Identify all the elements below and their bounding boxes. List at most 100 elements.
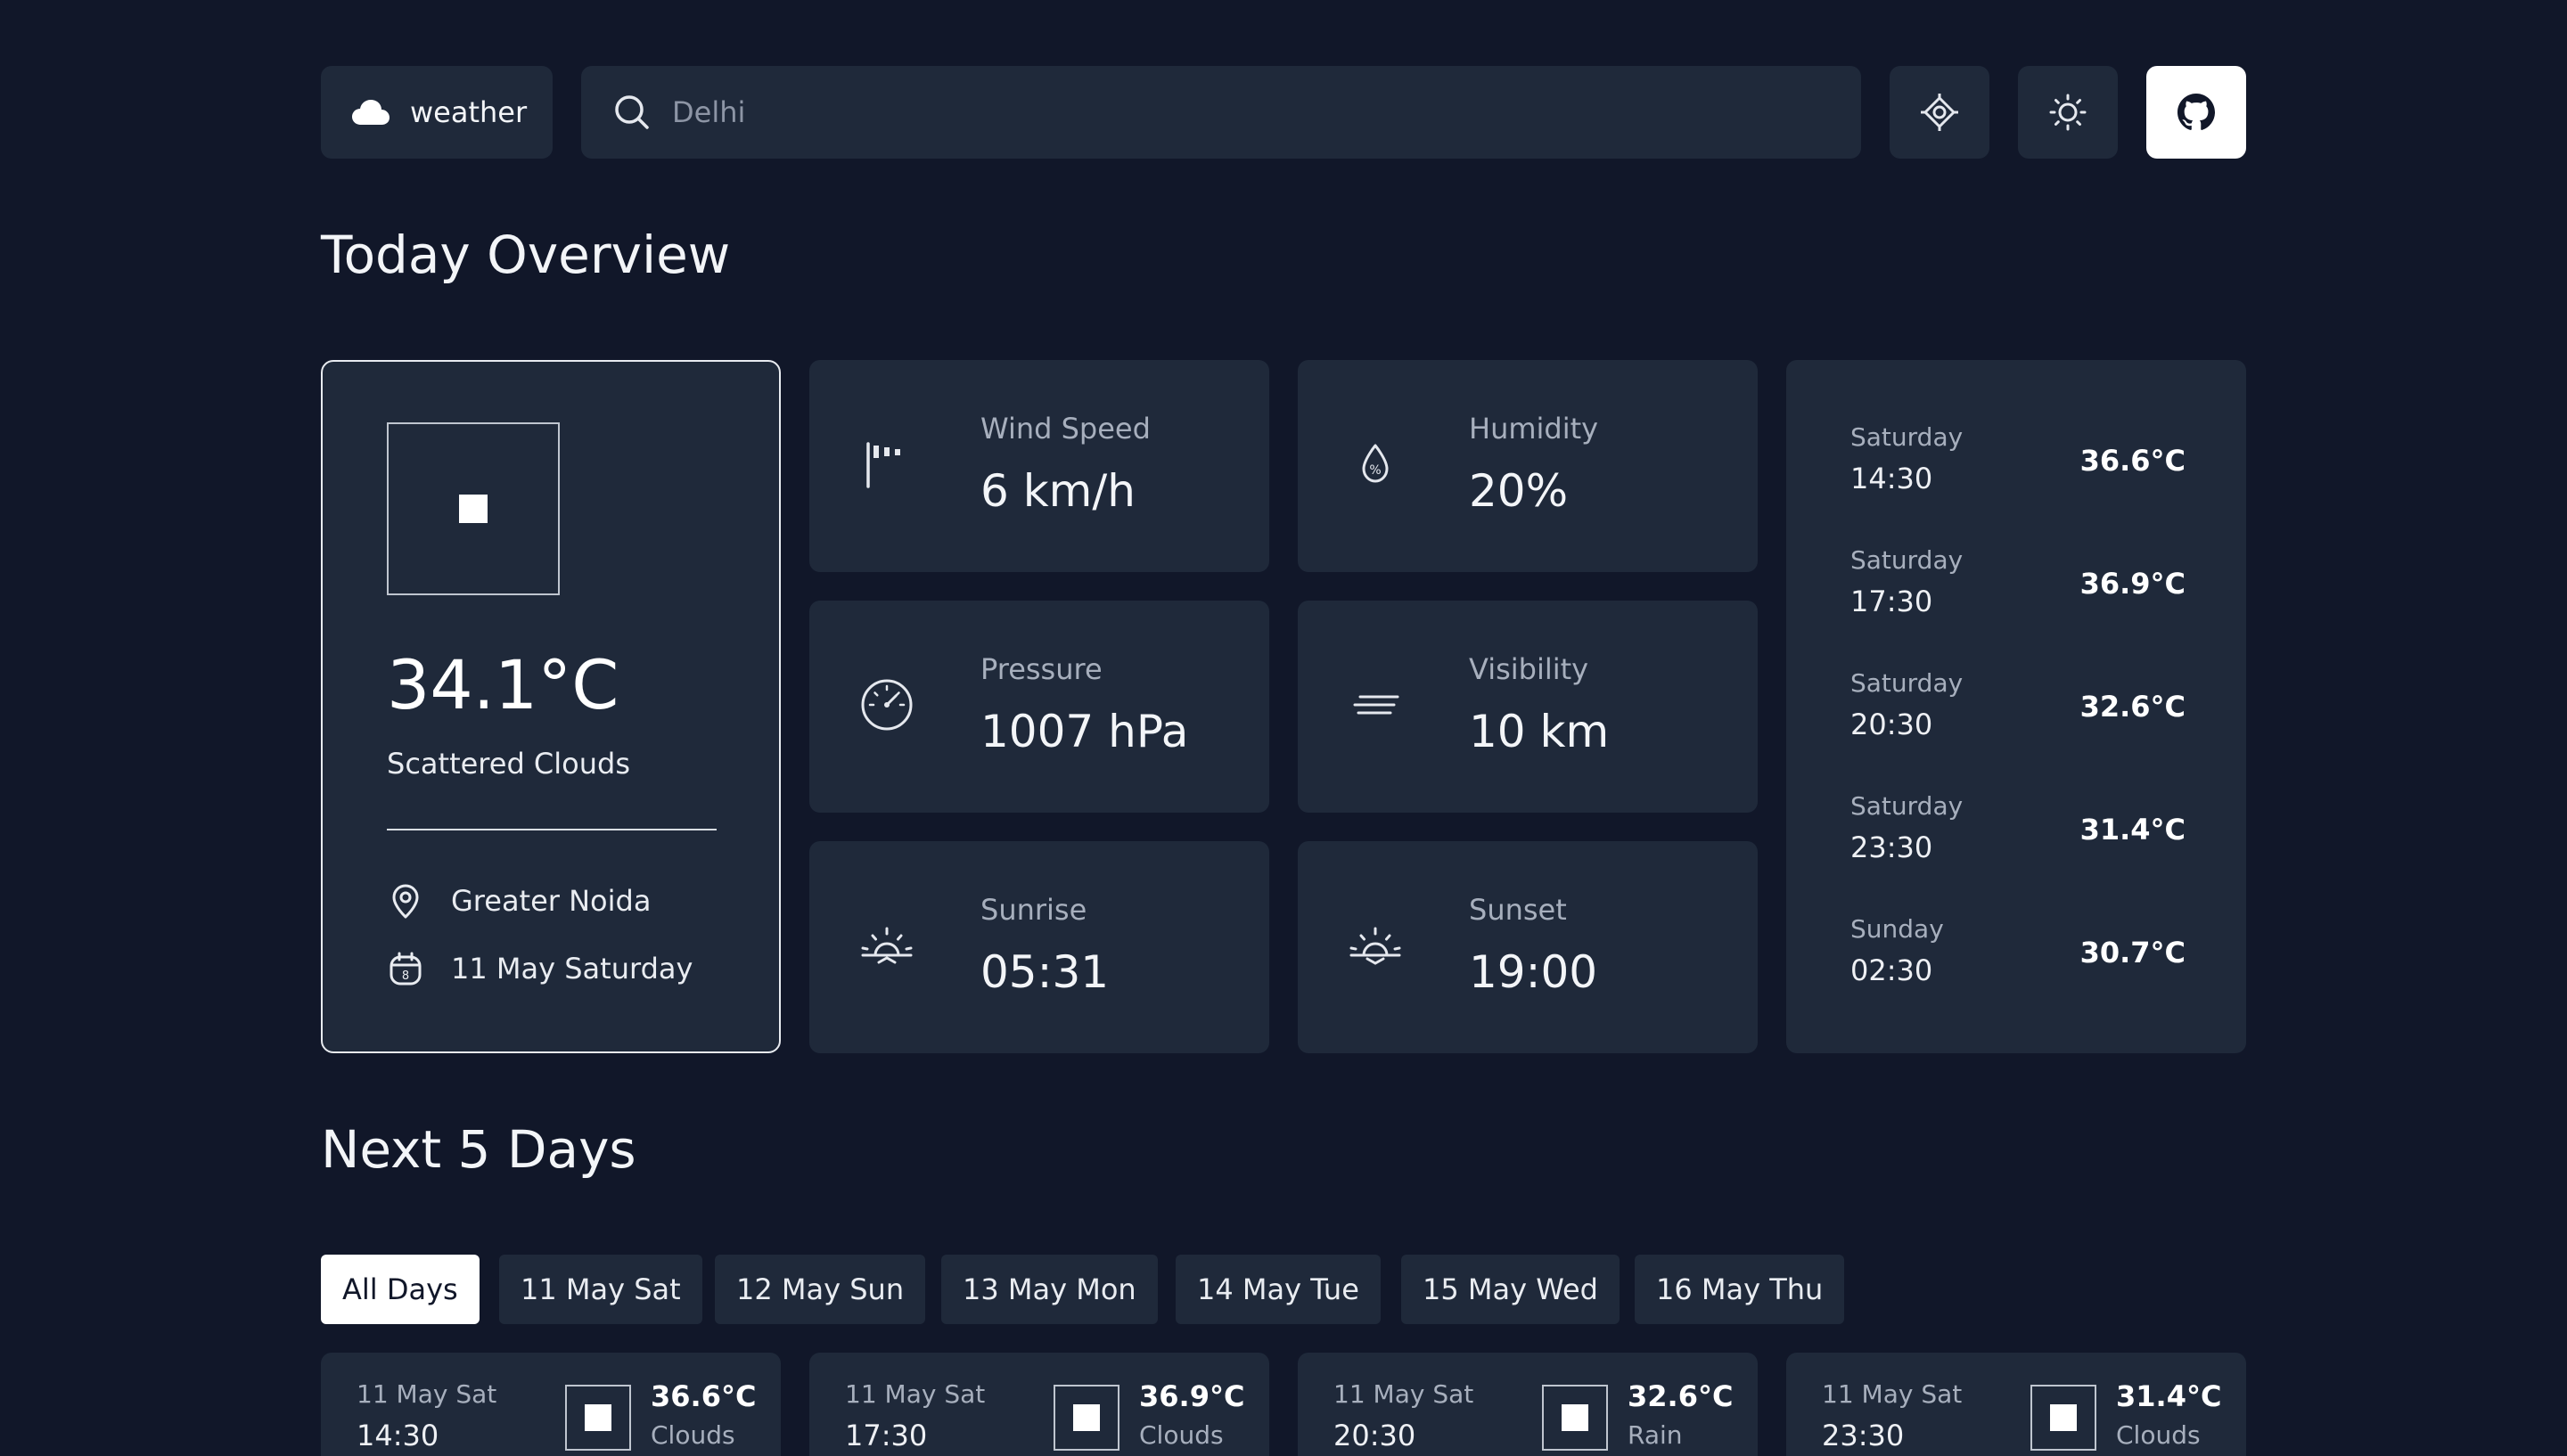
crosshair-icon: [1921, 94, 1958, 131]
hourly-item: Saturday 14:30 36.6°C: [1850, 422, 2186, 503]
forecast-date: 11 May Sat: [357, 1379, 497, 1409]
date-row: 8 11 May Saturday: [387, 950, 693, 987]
hourly-item: Saturday 20:30 32.6°C: [1850, 668, 2186, 748]
location-row: Greater Noida: [387, 882, 651, 920]
forecast-card[interactable]: 11 May Sat 23:30 31.4°C Clouds: [1786, 1353, 2246, 1456]
wind-speed-value: 6 km/h: [980, 465, 1136, 517]
hourly-day: Saturday: [1850, 791, 1964, 821]
today-overview-title: Today Overview: [321, 225, 731, 285]
humidity-value: 20%: [1469, 465, 1569, 517]
visibility-value: 10 km: [1469, 706, 1610, 757]
hourly-day: Saturday: [1850, 545, 1964, 575]
hourly-temp: 31.4°C: [2079, 813, 2186, 847]
current-weather-card: 34.1°C Scattered Clouds Greater Noida 8 …: [321, 360, 781, 1053]
location-name: Greater Noida: [451, 884, 652, 918]
forecast-temp: 36.6°C: [651, 1379, 757, 1413]
forecast-card[interactable]: 11 May Sat 14:30 36.6°C Clouds: [321, 1353, 781, 1456]
humidity-label: Humidity: [1469, 412, 1599, 446]
current-date: 11 May Saturday: [451, 952, 693, 986]
svg-text:8: 8: [402, 969, 409, 983]
cloud-icon: [352, 100, 390, 125]
visibility-label: Visibility: [1469, 652, 1589, 686]
haze-icon: [1353, 695, 1399, 715]
forecast-time: 17:30: [845, 1419, 928, 1452]
forecast-date: 11 May Sat: [845, 1379, 986, 1409]
tab-11-may[interactable]: 11 May Sat: [499, 1255, 702, 1324]
hourly-temp: 36.6°C: [2079, 444, 2186, 478]
sunset-icon: [1349, 927, 1401, 965]
forecast-weather-image: [1054, 1385, 1119, 1451]
tab-16-may[interactable]: 16 May Thu: [1635, 1255, 1845, 1324]
hourly-temp: 36.9°C: [2079, 567, 2186, 601]
tab-12-may[interactable]: 12 May Sun: [715, 1255, 926, 1324]
windsock-icon: [866, 442, 900, 488]
location-pin-icon: [392, 884, 419, 919]
forecast-desc: Clouds: [651, 1420, 735, 1450]
app-logo[interactable]: weather: [321, 66, 553, 159]
humidity-drop-icon: %: [1362, 444, 1389, 483]
hourly-item: Saturday 17:30 36.9°C: [1850, 545, 2186, 626]
forecast-desc: Clouds: [1139, 1420, 1224, 1450]
hourly-forecast-list: Saturday 14:30 36.6°C Saturday 17:30 36.…: [1786, 360, 2246, 1053]
search-input[interactable]: [672, 95, 1831, 129]
hourly-temp: 30.7°C: [2079, 936, 2186, 969]
theme-toggle-button[interactable]: [2018, 66, 2118, 159]
sunrise-value: 05:31: [980, 946, 1110, 998]
sunrise-icon: [861, 927, 913, 964]
hourly-day: Saturday: [1850, 668, 1964, 698]
forecast-time: 14:30: [357, 1419, 439, 1452]
github-link-button[interactable]: [2146, 66, 2246, 159]
hourly-day: Saturday: [1850, 422, 1964, 452]
forecast-weather-image: [2030, 1385, 2096, 1451]
forecast-time: 23:30: [1822, 1419, 1905, 1452]
wind-speed-tile: Wind Speed 6 km/h: [809, 360, 1269, 572]
current-location-button[interactable]: [1890, 66, 1989, 159]
hourly-time: 02:30: [1850, 953, 1933, 987]
forecast-card[interactable]: 11 May Sat 20:30 32.6°C Rain: [1298, 1353, 1758, 1456]
forecast-date: 11 May Sat: [1333, 1379, 1474, 1409]
wind-speed-label: Wind Speed: [980, 412, 1151, 446]
tab-15-may[interactable]: 15 May Wed: [1401, 1255, 1620, 1324]
sunset-tile: Sunset 19:00: [1298, 841, 1758, 1053]
forecast-weather-image: [1542, 1385, 1608, 1451]
hourly-time: 23:30: [1850, 830, 1933, 864]
forecast-time: 20:30: [1333, 1419, 1416, 1452]
gauge-icon: [861, 679, 913, 731]
svg-text:%: %: [1369, 463, 1381, 478]
current-description: Scattered Clouds: [387, 747, 630, 781]
pressure-value: 1007 hPa: [980, 706, 1189, 757]
app-name: weather: [410, 95, 528, 129]
search-bar[interactable]: [581, 66, 1861, 159]
weather-image: [387, 422, 560, 595]
current-temperature: 34.1°C: [387, 645, 619, 724]
forecast-date: 11 May Sat: [1822, 1379, 1963, 1409]
sun-icon: [2049, 94, 2087, 131]
forecast-temp: 36.9°C: [1139, 1379, 1245, 1413]
tab-14-may[interactable]: 14 May Tue: [1176, 1255, 1381, 1324]
divider: [387, 829, 717, 830]
search-icon: [615, 95, 649, 129]
hourly-day: Sunday: [1850, 914, 1944, 944]
pressure-label: Pressure: [980, 652, 1103, 686]
sunset-value: 19:00: [1469, 946, 1598, 998]
forecast-temp: 32.6°C: [1628, 1379, 1734, 1413]
tab-13-may[interactable]: 13 May Mon: [941, 1255, 1158, 1324]
tab-all-days[interactable]: All Days: [321, 1255, 480, 1324]
forecast-card[interactable]: 11 May Sat 17:30 36.9°C Clouds: [809, 1353, 1269, 1456]
visibility-tile: Visibility 10 km: [1298, 601, 1758, 813]
forecast-desc: Clouds: [2116, 1420, 2201, 1450]
hourly-time: 20:30: [1850, 708, 1933, 741]
calendar-icon: 8: [390, 952, 422, 986]
sunset-label: Sunset: [1469, 893, 1567, 927]
forecast-temp: 31.4°C: [2116, 1379, 2222, 1413]
pressure-tile: Pressure 1007 hPa: [809, 601, 1269, 813]
hourly-temp: 32.6°C: [2079, 690, 2186, 724]
hourly-item: Sunday 02:30 30.7°C: [1850, 914, 2186, 994]
humidity-tile: % Humidity 20%: [1298, 360, 1758, 572]
sunrise-tile: Sunrise 05:31: [809, 841, 1269, 1053]
forecast-weather-image: [565, 1385, 631, 1451]
hourly-time: 14:30: [1850, 462, 1933, 495]
forecast-desc: Rain: [1628, 1420, 1683, 1450]
sunrise-label: Sunrise: [980, 893, 1087, 927]
hourly-time: 17:30: [1850, 585, 1933, 618]
